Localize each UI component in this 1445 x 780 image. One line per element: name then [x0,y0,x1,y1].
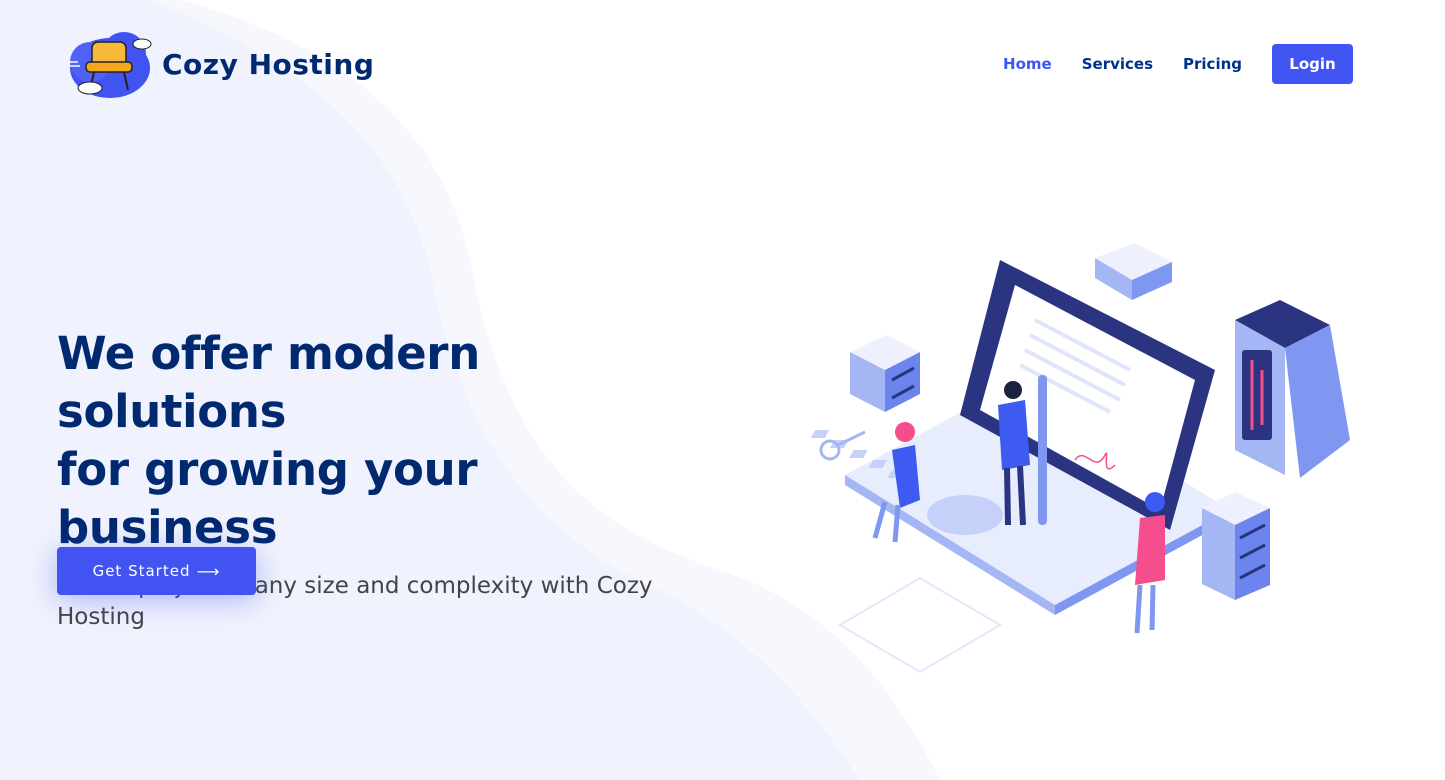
nav-link-home[interactable]: Home [1003,55,1052,73]
nav-link-services[interactable]: Services [1082,55,1153,73]
hero-title: We offer modern solutions for growing yo… [57,325,697,557]
arrow-right-icon: ⟶ [196,561,221,581]
hero-illustration [810,243,1350,674]
hero-title-line-1: We offer modern solutions [57,327,480,438]
get-started-label: Get Started [92,562,191,580]
get-started-button[interactable]: Get Started ⟶ [57,547,256,595]
main-nav: Home Services Pricing Login [973,44,1353,84]
brand-logo-link[interactable]: Cozy Hosting [66,28,374,100]
login-button[interactable]: Login [1272,44,1353,84]
brand-name: Cozy Hosting [162,47,375,81]
nav-link-pricing[interactable]: Pricing [1183,55,1242,73]
cloud-armchair-logo-icon [68,32,152,98]
site-header: Cozy Hosting Home Services Pricing Login [0,0,1445,128]
hero-title-line-2: for growing your business [57,443,478,554]
